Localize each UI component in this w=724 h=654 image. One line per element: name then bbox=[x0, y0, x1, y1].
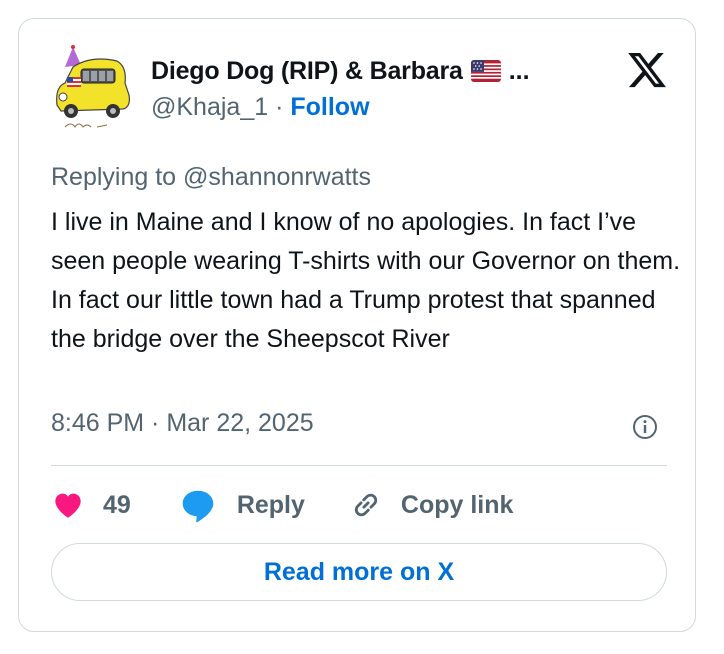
like-button[interactable]: 49 bbox=[51, 489, 131, 521]
author-avatar[interactable] bbox=[51, 43, 135, 135]
link-icon bbox=[349, 488, 383, 522]
copy-link-label: Copy link bbox=[400, 490, 514, 519]
reply-label: Reply bbox=[236, 490, 305, 519]
copy-link-button[interactable]: Copy link bbox=[349, 488, 514, 522]
replying-mention[interactable]: @shannonrwatts bbox=[183, 163, 371, 191]
tweet-card: Diego Dog (RIP) & Barbara ... @Khaja_1 ·… bbox=[18, 18, 696, 632]
reply-button[interactable]: Reply bbox=[179, 487, 305, 523]
author-name[interactable]: Diego Dog (RIP) & Barbara bbox=[151, 57, 463, 86]
name-truncation: ... bbox=[508, 56, 530, 85]
read-more-button[interactable]: Read more on X bbox=[51, 543, 667, 601]
author-name-row[interactable]: Diego Dog (RIP) & Barbara ... bbox=[151, 55, 530, 87]
follow-button[interactable]: Follow bbox=[290, 93, 369, 121]
x-logo-icon[interactable] bbox=[625, 49, 669, 91]
info-icon[interactable] bbox=[631, 413, 659, 441]
separator-dot: · bbox=[275, 93, 284, 121]
replying-to: Replying to @shannonrwatts bbox=[51, 163, 371, 192]
us-flag-icon bbox=[470, 60, 501, 82]
action-bar: 49 Reply Copy link bbox=[51, 483, 513, 527]
tweet-timestamp[interactable]: 8:46 PM · Mar 22, 2025 bbox=[51, 409, 314, 438]
divider bbox=[51, 465, 667, 466]
reply-bubble-icon bbox=[179, 487, 217, 523]
like-count: 49 bbox=[103, 490, 131, 519]
replying-prefix: Replying to bbox=[51, 163, 177, 191]
heart-icon bbox=[51, 489, 85, 521]
author-handle-row: @Khaja_1 · Follow bbox=[151, 93, 370, 122]
tweet-text: I live in Maine and I know of no apologi… bbox=[51, 208, 681, 353]
author-handle[interactable]: @Khaja_1 bbox=[151, 93, 268, 121]
